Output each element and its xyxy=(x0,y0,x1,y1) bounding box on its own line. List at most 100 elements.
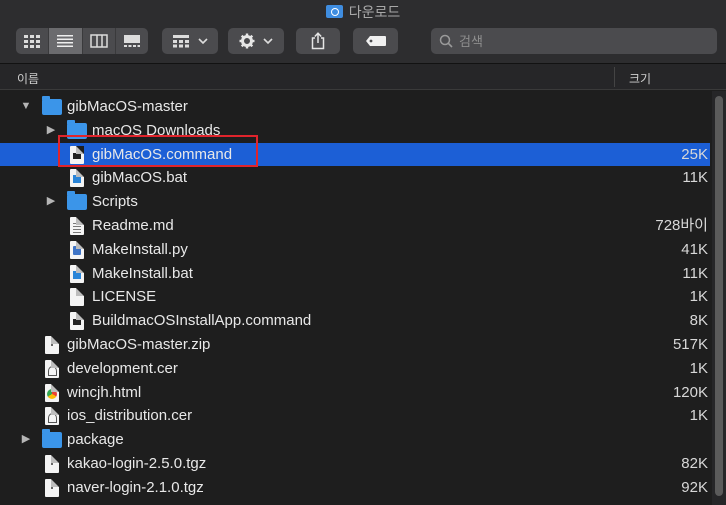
python-file-icon xyxy=(70,240,84,259)
file-name: wincjh.html xyxy=(67,383,142,401)
archive-file-icon xyxy=(45,454,59,473)
file-name: naver-login-2.1.0.tgz xyxy=(67,478,204,496)
icon-view-icon xyxy=(24,35,41,48)
file-size: 41K xyxy=(681,240,708,258)
text-file-icon xyxy=(70,216,84,235)
document-icon xyxy=(70,288,84,307)
file-name: MakeInstall.bat xyxy=(92,264,193,282)
folder-icon xyxy=(67,119,87,139)
file-size: 1K xyxy=(689,359,708,377)
downloads-folder-icon xyxy=(325,5,343,18)
disclosure-collapsed-icon[interactable]: ▶ xyxy=(45,190,57,214)
certificate-icon xyxy=(45,407,59,426)
file-row[interactable]: ▶ Scripts xyxy=(0,190,710,214)
archive-file-icon xyxy=(45,335,59,354)
file-size: 8K xyxy=(689,312,708,330)
file-row[interactable]: gibMacOS.bat 11K xyxy=(0,166,710,190)
column-view-icon xyxy=(89,34,108,48)
window-title: 다운로드 xyxy=(0,2,726,22)
disclosure-collapsed-icon[interactable]: ▶ xyxy=(20,428,32,452)
file-size: 11K xyxy=(682,264,708,282)
file-name: BuildmacOSInstallApp.command xyxy=(92,312,312,330)
column-header: 이름 크기 xyxy=(0,64,726,90)
file-row[interactable]: wincjh.html 120K xyxy=(0,381,710,405)
gallery-view-button[interactable] xyxy=(116,28,148,54)
folder-icon xyxy=(42,429,62,449)
file-name: Readme.md xyxy=(92,216,174,234)
file-row[interactable]: kakao-login-2.5.0.tgz 82K xyxy=(0,452,710,476)
file-row[interactable]: ▼ gibMacOS-master xyxy=(0,95,710,119)
file-size: 1K xyxy=(689,288,708,306)
file-row[interactable]: gibMacOS.command 25K xyxy=(0,142,710,167)
tag-button[interactable] xyxy=(353,28,398,54)
file-name: gibMacOS.command xyxy=(92,145,233,163)
gear-icon xyxy=(239,33,255,49)
file-size: 120K xyxy=(672,383,708,401)
file-row[interactable]: ios_distribution.cer 1K xyxy=(0,404,710,428)
file-size: 1K xyxy=(689,407,708,425)
archive-file-icon xyxy=(45,478,59,497)
file-row[interactable]: development.cer 1K xyxy=(0,357,710,381)
column-header-size[interactable]: 크기 xyxy=(629,70,651,87)
file-name: package xyxy=(67,431,124,449)
command-file-icon xyxy=(70,312,84,331)
disclosure-collapsed-icon[interactable]: ▶ xyxy=(45,119,57,143)
search-field[interactable] xyxy=(431,28,717,54)
file-row[interactable]: naver-login-2.1.0.tgz 92K xyxy=(0,476,710,500)
command-file-icon xyxy=(70,145,84,164)
column-header-name[interactable]: 이름 xyxy=(17,70,39,87)
chevron-down-icon xyxy=(198,38,208,45)
tag-icon xyxy=(365,36,386,46)
action-menu-button[interactable] xyxy=(228,28,284,54)
folder-icon xyxy=(42,96,62,115)
file-size: 82K xyxy=(681,454,708,472)
file-name: gibMacOS.bat xyxy=(92,169,188,187)
column-view-button[interactable] xyxy=(83,28,116,54)
file-name: Scripts xyxy=(92,193,138,211)
chevron-down-icon xyxy=(263,38,273,45)
file-row[interactable]: ▶ macOS Downloads xyxy=(0,119,710,143)
file-size: 25K xyxy=(681,145,708,163)
file-size: 517K xyxy=(672,335,708,353)
file-row[interactable]: MakeInstall.py 41K xyxy=(0,238,710,262)
disclosure-expanded-icon[interactable]: ▼ xyxy=(20,95,32,119)
file-name: gibMacOS-master.zip xyxy=(67,335,211,353)
file-name: kakao-login-2.5.0.tgz xyxy=(67,454,207,472)
file-size: 728바이 xyxy=(655,216,708,234)
bat-file-icon xyxy=(70,264,84,283)
scrollbar-thumb[interactable] xyxy=(715,96,723,496)
group-by-button[interactable] xyxy=(162,28,218,54)
file-name: gibMacOS-master xyxy=(67,98,188,115)
icon-view-button[interactable] xyxy=(16,28,50,54)
window-title-text: 다운로드 xyxy=(348,4,401,20)
bat-file-icon xyxy=(70,169,84,188)
file-row[interactable]: gibMacOS-master.zip 517K xyxy=(0,333,710,357)
search-input[interactable] xyxy=(459,33,699,49)
file-size: 11K xyxy=(682,169,708,187)
certificate-icon xyxy=(45,359,59,378)
file-row[interactable]: LICENSE 1K xyxy=(0,285,710,309)
file-row[interactable]: ▶ package xyxy=(0,428,710,452)
html-file-icon xyxy=(45,383,59,402)
file-list: ▼ gibMacOS-master ▶ macOS Downloads gibMacOS… xyxy=(0,95,710,500)
column-divider[interactable] xyxy=(614,67,615,87)
share-icon xyxy=(311,32,325,50)
window-titlebar: 다운로드 xyxy=(0,0,726,64)
file-name: LICENSE xyxy=(92,288,157,306)
file-row[interactable]: BuildmacOSInstallApp.command 8K xyxy=(0,309,710,333)
file-name: ios_distribution.cer xyxy=(67,407,193,425)
list-view-icon xyxy=(57,35,74,47)
file-name: development.cer xyxy=(67,359,178,377)
share-button[interactable] xyxy=(296,28,340,54)
view-mode-segmented-control xyxy=(16,28,148,54)
file-row[interactable]: MakeInstall.bat 11K xyxy=(0,262,710,286)
file-size: 92K xyxy=(681,478,708,496)
list-view-button[interactable] xyxy=(49,28,83,54)
folder-icon xyxy=(67,191,87,211)
group-grid-icon xyxy=(173,35,189,48)
file-name: macOS Downloads xyxy=(92,121,221,139)
file-name: MakeInstall.py xyxy=(92,240,188,258)
gallery-view-icon xyxy=(123,35,140,47)
search-icon xyxy=(439,34,453,48)
file-row[interactable]: Readme.md 728바이 xyxy=(0,214,710,238)
